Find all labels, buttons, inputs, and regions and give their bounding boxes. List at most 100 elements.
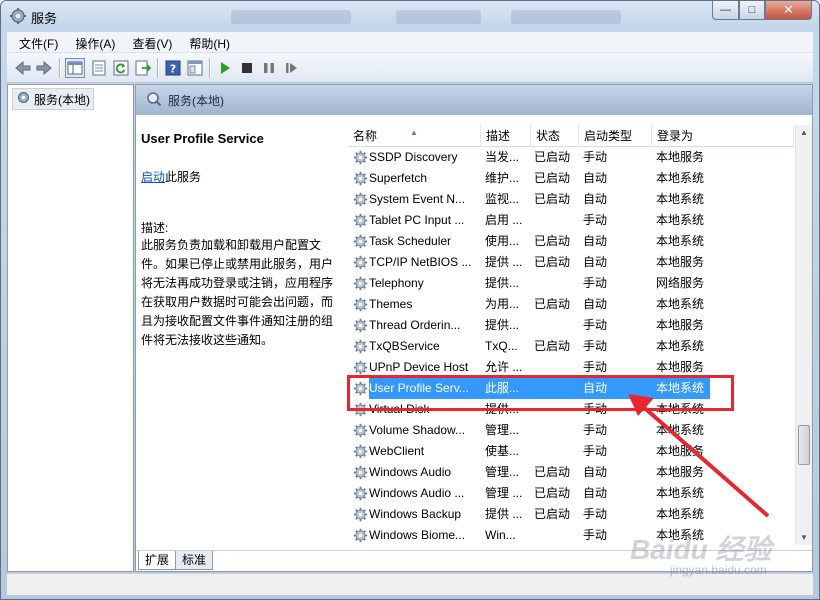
help-icon[interactable]: ?: [163, 58, 183, 78]
service-logon: 本地服务: [656, 255, 705, 269]
service-gear-icon: [353, 192, 368, 207]
service-logon: 本地系统: [656, 297, 705, 311]
service-start: 自动: [583, 171, 608, 185]
service-gear-icon: [353, 297, 368, 312]
service-row[interactable]: Tablet PC Input ... 启用 ... 手动 本地系统: [348, 210, 794, 231]
refresh-icon[interactable]: [111, 58, 131, 78]
column-header-startup-type[interactable]: 启动类型: [579, 125, 652, 147]
service-gear-icon: [353, 507, 368, 522]
service-start: 手动: [583, 507, 608, 521]
service-logon: 本地服务: [656, 465, 705, 479]
service-row[interactable]: Windows Audio 管理... 已启动 自动 本地服务: [348, 462, 794, 483]
service-status: 已启动: [534, 234, 571, 248]
service-row[interactable]: SSDP Discovery 当发... 已启动 手动 本地服务: [348, 147, 794, 168]
service-desc: 监视...: [485, 192, 520, 206]
service-row[interactable]: TxQBService TxQ... 已启动 手动 本地系统: [348, 336, 794, 357]
service-name: Superfetch: [369, 171, 428, 185]
service-gear-icon: [353, 465, 368, 480]
service-row[interactable]: Windows Audio ... 管理 ... 已启动 自动 本地系统: [348, 483, 794, 504]
start-service-line: 启动此服务: [141, 168, 339, 185]
service-desc: 使用...: [485, 234, 520, 248]
service-row[interactable]: System Event N... 监视... 已启动 自动 本地系统: [348, 189, 794, 210]
service-row[interactable]: TCP/IP NetBIOS ... 提供 ... 已启动 自动 本地服务: [348, 252, 794, 273]
service-desc: 管理...: [485, 465, 520, 479]
vertical-scrollbar[interactable]: ▲ ▼: [795, 125, 812, 545]
console-tree-icon[interactable]: [65, 58, 85, 78]
close-button[interactable]: ✕: [765, 1, 812, 20]
service-desc: 为用...: [485, 297, 520, 311]
restart-service-icon[interactable]: [281, 58, 301, 78]
pause-service-icon[interactable]: [259, 58, 279, 78]
service-start: 手动: [583, 213, 608, 227]
properties-sheet-icon[interactable]: [89, 58, 109, 78]
baidu-watermark: Baidu 经验 jingyan.baidu.com: [630, 528, 810, 588]
description-label: 描述:: [141, 221, 169, 235]
service-gear-icon: [353, 339, 368, 354]
service-start: 自动: [583, 234, 608, 248]
service-row[interactable]: Themes 为用... 已启动 自动 本地系统: [348, 294, 794, 315]
service-name: Windows Backup: [369, 507, 462, 521]
back-arrow-icon[interactable]: [13, 58, 33, 78]
menu-action[interactable]: 操作(A): [63, 32, 120, 52]
background-title-blur: [231, 10, 351, 24]
service-row[interactable]: Thread Orderin... 提供... 手动 本地服务: [348, 315, 794, 336]
service-row[interactable]: Telephony 提供... 手动 网络服务: [348, 273, 794, 294]
column-header-description[interactable]: 描述: [481, 125, 531, 147]
service-name: Telephony: [369, 276, 424, 290]
service-gear-icon: [353, 234, 368, 249]
show-hide-pane-icon[interactable]: [185, 58, 205, 78]
scroll-up-arrow-icon[interactable]: ▲: [800, 128, 808, 137]
menu-view[interactable]: 查看(V): [120, 32, 177, 52]
start-service-play-icon[interactable]: [215, 58, 235, 78]
service-name: Volume Shadow...: [369, 423, 466, 437]
export-list-icon[interactable]: [133, 58, 153, 78]
service-logon: 本地服务: [656, 318, 705, 332]
start-service-link[interactable]: 启动: [141, 170, 165, 184]
menu-help[interactable]: 帮助(H): [177, 32, 235, 52]
service-logon: 本地系统: [656, 507, 705, 521]
title-bar[interactable]: 服务 — □ ✕: [1, 1, 819, 31]
selected-service-name: User Profile Service: [141, 131, 264, 146]
service-row[interactable]: Superfetch 维护... 已启动 自动 本地系统: [348, 168, 794, 189]
column-header-name[interactable]: ▲ 名称: [348, 125, 481, 147]
service-desc: TxQ...: [485, 339, 518, 353]
service-row[interactable]: Windows Backup 提供 ... 已启动 手动 本地系统: [348, 504, 794, 525]
service-row[interactable]: WebClient 使基... 手动 本地服务: [348, 441, 794, 462]
forward-arrow-icon[interactable]: [34, 58, 54, 78]
start-service-suffix: 此服务: [165, 170, 202, 184]
tree-node-services-local[interactable]: 服务(本地): [12, 88, 94, 110]
service-status: 已启动: [534, 150, 571, 164]
console-tree-pane: 服务(本地): [7, 84, 134, 572]
service-name: Windows Audio ...: [369, 486, 465, 500]
service-desc: 管理 ...: [485, 486, 523, 500]
toolbar: ?: [7, 53, 813, 83]
service-gear-icon: [353, 276, 368, 291]
service-status: 已启动: [534, 339, 571, 353]
menu-file[interactable]: 文件(F): [7, 32, 63, 52]
service-start: 自动: [583, 486, 608, 500]
service-start: 自动: [583, 465, 608, 479]
service-start: 手动: [583, 276, 608, 290]
maximize-button[interactable]: □: [739, 1, 765, 20]
tab-extended[interactable]: 扩展: [138, 551, 177, 570]
service-logon: 本地系统: [656, 171, 705, 185]
minimize-button[interactable]: —: [712, 1, 739, 20]
service-row[interactable]: Task Scheduler 使用... 已启动 自动 本地系统: [348, 231, 794, 252]
service-status: 已启动: [534, 465, 571, 479]
service-desc: 使基...: [485, 444, 520, 458]
service-name: WebClient: [369, 444, 425, 458]
column-header-row: ▲ 名称 描述 状态 启动类型 登录为: [348, 125, 794, 147]
services-search-icon: [146, 91, 162, 110]
column-header-logon-as[interactable]: 登录为: [652, 125, 794, 147]
scrollbar-thumb[interactable]: [798, 425, 810, 465]
service-name: Thread Orderin...: [369, 318, 461, 332]
tab-standard[interactable]: 标准: [175, 551, 214, 570]
service-logon: 本地系统: [656, 339, 705, 353]
svg-text:?: ?: [170, 63, 176, 76]
stop-service-icon[interactable]: [237, 58, 257, 78]
service-row[interactable]: Volume Shadow... 管理... 手动 本地系统: [348, 420, 794, 441]
service-details-panel: User Profile Service 启动此服务 描述: 此服务负责加载和卸…: [141, 131, 339, 350]
service-status: 已启动: [534, 255, 571, 269]
description-line: 将无法再成功登录或注销，应用程序: [141, 276, 334, 290]
column-header-status[interactable]: 状态: [531, 125, 579, 147]
